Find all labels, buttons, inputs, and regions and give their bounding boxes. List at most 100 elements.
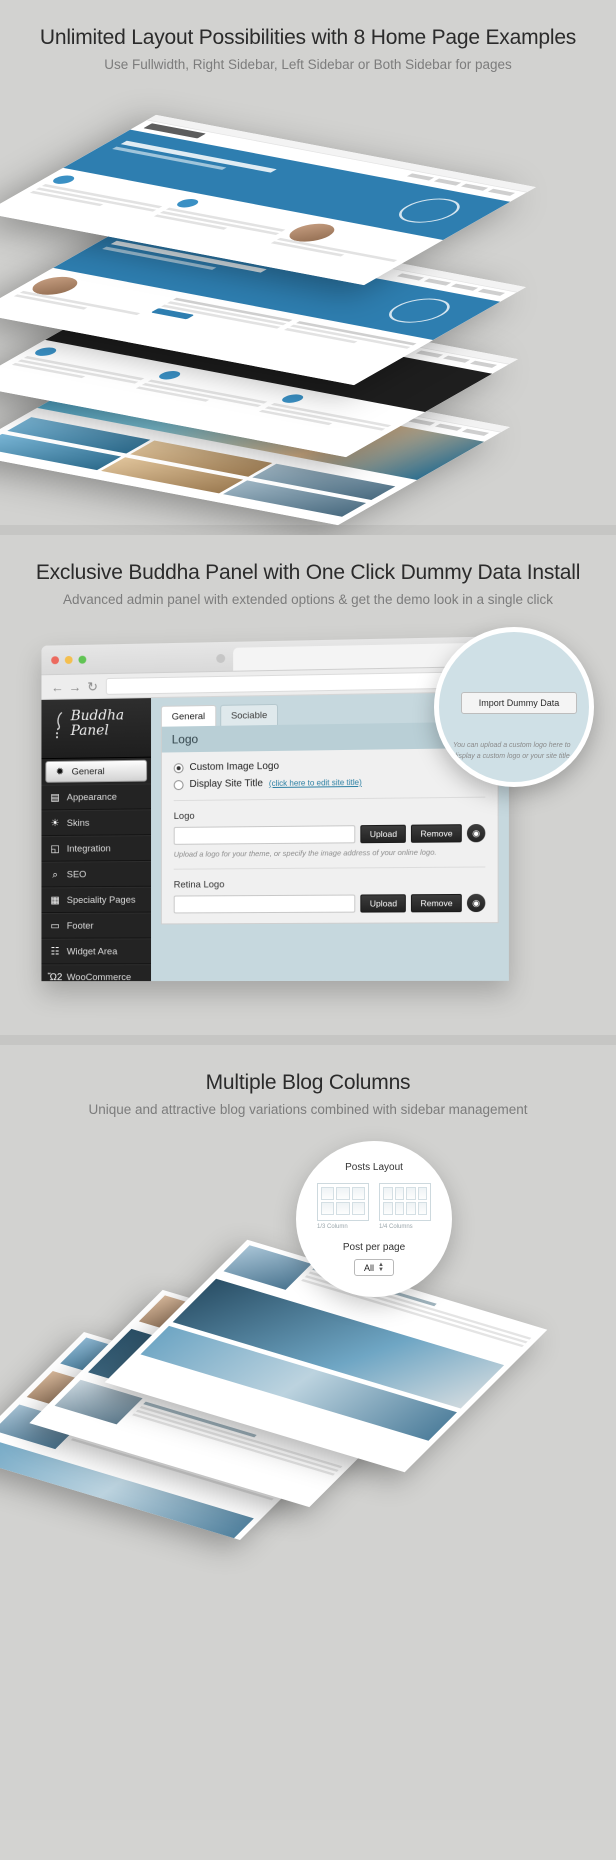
import-dummy-data-hint: You can upload a custom logo here to dis… [453, 742, 572, 760]
media-library-icon[interactable]: ◉ [466, 823, 486, 843]
logo-upload-button[interactable]: Upload [360, 824, 407, 844]
widget-area-icon: ☷ [50, 946, 60, 957]
feature-icon [48, 174, 79, 186]
section-layouts: Unlimited Layout Possibilities with 8 Ho… [0, 0, 616, 526]
tab-general[interactable]: General [160, 704, 217, 727]
forward-icon[interactable]: → [69, 679, 82, 694]
retina-field-row: Upload Remove ◉ [173, 893, 486, 914]
radio-label: Display Site Title [189, 778, 263, 790]
close-icon[interactable] [51, 656, 59, 665]
feature-icon [278, 393, 308, 405]
maximize-icon[interactable] [78, 655, 87, 664]
sidebar-item-widget-area[interactable]: ☷ Widget Area [41, 938, 152, 965]
minimize-icon[interactable] [64, 655, 73, 664]
sidebar-item-speciality-pages[interactable]: ▦ Speciality Pages [41, 886, 152, 914]
post-per-page-stepper[interactable]: All ▲ ▼ [354, 1259, 394, 1276]
section-divider [0, 1035, 616, 1045]
posts-layout-magnifier: Posts Layout 1/3 Column 1/4 Columns Post… [296, 1141, 452, 1297]
page-title: Unlimited Layout Possibilities with 8 Ho… [39, 26, 577, 49]
sidebar-item-label: Footer [66, 920, 94, 932]
sidebar-item-label: Widget Area [66, 945, 118, 957]
sidebar-item-seo[interactable]: ⌕ SEO [41, 860, 152, 888]
layout-mockup-stack [0, 90, 616, 526]
skins-icon: ☀ [50, 817, 60, 829]
tab-sociable[interactable]: Sociable [220, 703, 279, 726]
sidebar-item-label: SEO [66, 868, 87, 880]
logo-line-2: Panel [70, 722, 109, 739]
logo-field-row: Upload Remove ◉ [173, 823, 486, 845]
page-subtitle: Unique and attractive blog variations co… [88, 1102, 528, 1117]
mockup-hero-circle [386, 194, 473, 227]
sidebar-item-label: Skins [66, 817, 90, 829]
radio-indicator[interactable] [173, 762, 184, 773]
buddha-panel-logo: Buddha Panel [41, 698, 152, 760]
general-icon: ✹ [55, 766, 65, 778]
sidebar-item-integration[interactable]: ◱ Integration [41, 835, 152, 862]
section-layouts-header: Unlimited Layout Possibilities with 8 Ho… [0, 0, 616, 72]
sidebar-item-label: General [71, 765, 105, 778]
divider [173, 866, 486, 870]
section-buddha-header: Exclusive Buddha Panel with One Click Du… [0, 535, 616, 607]
admin-menu: ✹ General ▤ Appearance ☀ Skins ◱ Integration ⌕ SE… [41, 759, 152, 982]
sidebar-item-appearance[interactable]: ▤ Appearance [41, 783, 152, 811]
radio-indicator[interactable] [173, 779, 184, 790]
radio-custom-image-logo[interactable]: Custom Image Logo [173, 758, 486, 774]
admin-sidebar: Buddha Panel ✹ General ▤ Appearance ☀ Skins ◱ I… [41, 698, 152, 982]
reload-icon[interactable]: ↻ [87, 679, 98, 695]
sidebar-item-label: Appearance [66, 791, 117, 803]
post-per-page-value: All [364, 1262, 375, 1273]
logo-line-1: Buddha [70, 707, 125, 725]
logo-remove-button[interactable]: Remove [411, 824, 462, 843]
sidebar-item-label: WooCommerce [66, 971, 132, 982]
sidebar-item-woocommerce[interactable]: Ὥ2 WooCommerce [41, 964, 152, 982]
layout-caption: 1/3 Column [317, 1224, 348, 1230]
logo-field-label: Logo [173, 810, 195, 822]
layout-preview-grid [379, 1183, 431, 1221]
retina-upload-button[interactable]: Upload [360, 894, 407, 913]
back-icon[interactable]: ← [51, 680, 64, 695]
divider [173, 796, 486, 802]
window-controls[interactable] [51, 655, 87, 665]
appearance-icon: ▤ [50, 791, 60, 803]
retina-field-label: Retina Logo [173, 879, 225, 891]
import-dummy-data-button[interactable]: Import Dummy Data [461, 692, 577, 714]
radio-label: Custom Image Logo [189, 760, 280, 774]
feature-icon [154, 369, 185, 381]
logo-input[interactable] [173, 825, 356, 845]
sidebar-item-general[interactable]: ✹ General [45, 759, 148, 783]
sidebar-item-footer[interactable]: ▭ Footer [41, 912, 152, 939]
logo-field-hint: Upload a logo for your theme, or specify… [173, 847, 437, 859]
browser-mockup-wrap: ← → ↻ Buddha Panel ✹ General ▤ Appearanc… [0, 623, 616, 1013]
speciality-pages-icon: ▦ [50, 894, 60, 906]
tab-favicon [216, 653, 226, 664]
media-library-icon[interactable]: ◉ [466, 893, 486, 913]
retina-input[interactable] [173, 894, 356, 914]
page-subtitle: Advanced admin panel with extended optio… [62, 592, 554, 607]
buddha-figure-icon [53, 710, 67, 739]
page-title: Multiple Blog Columns [205, 1071, 411, 1094]
woocommerce-icon: Ὥ2 [47, 971, 63, 982]
stepper-arrows-icon[interactable]: ▲ ▼ [378, 1262, 384, 1273]
layout-preview-grid [317, 1183, 369, 1221]
footer-icon: ▭ [50, 920, 60, 932]
page-subtitle: Use Fullwidth, Right Sidebar, Left Sideb… [104, 57, 512, 72]
section-divider [0, 525, 616, 535]
sidebar-item-skins[interactable]: ☀ Skins [41, 809, 152, 837]
mockup-hero-circle [376, 294, 463, 327]
feature-icon [172, 197, 203, 209]
radio-display-site-title[interactable]: Display Site Title (click here to edit s… [173, 775, 486, 790]
posts-layout-title: Posts Layout [345, 1162, 403, 1173]
integration-icon: ◱ [50, 843, 60, 855]
mockup-hero-title [120, 140, 277, 173]
seo-icon: ⌕ [52, 869, 58, 880]
post-per-page-label: Post per page [342, 1242, 406, 1253]
edit-site-title-link[interactable]: (click here to edit site title) [269, 778, 362, 788]
retina-remove-button[interactable]: Remove [411, 893, 462, 913]
import-dummy-data-magnifier: Import Dummy Data You can upload a custo… [434, 627, 594, 787]
layout-option-quarter[interactable]: 1/4 Columns [379, 1183, 431, 1230]
layout-option-third[interactable]: 1/3 Column [317, 1183, 369, 1230]
section-blog-columns: Multiple Blog Columns Unique and attract… [0, 1045, 616, 1820]
feature-icon [30, 346, 61, 358]
logo-text: Buddha Panel [70, 707, 125, 739]
stepper-down-icon[interactable]: ▼ [378, 1267, 384, 1273]
